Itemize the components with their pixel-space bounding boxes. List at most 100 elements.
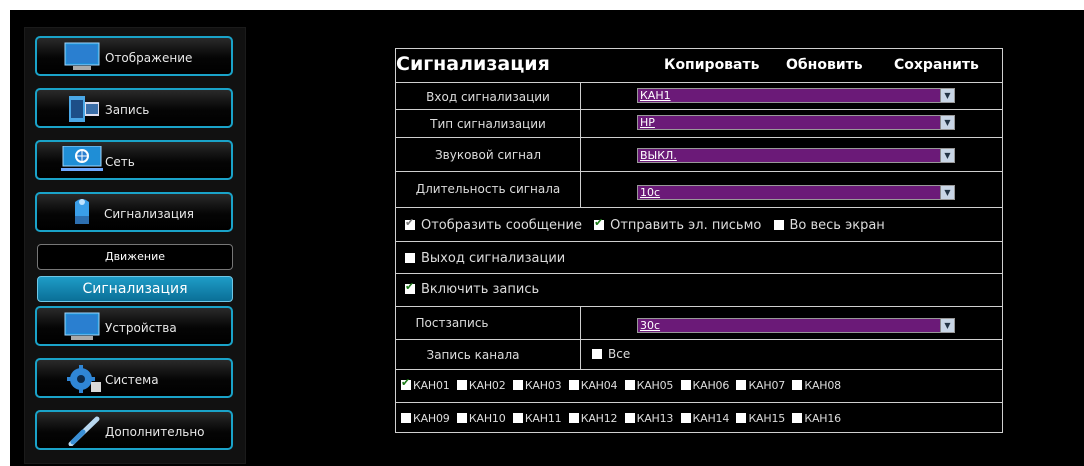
channel-04-checkbox[interactable]: КАН04: [568, 379, 618, 392]
channel-08-checkbox[interactable]: КАН08: [792, 379, 841, 392]
fullscreen-label: Во весь экран: [789, 218, 885, 233]
channel-label: КАН12: [580, 412, 618, 425]
channel-label: КАН15: [748, 412, 786, 425]
alarm-output-checkbox[interactable]: Выход сигнализации: [405, 251, 565, 266]
menu-display-button[interactable]: Отображение: [35, 36, 233, 76]
show-message-checkbox[interactable]: Отобразить сообщение: [405, 216, 582, 233]
duration-row: Длительность сигнала 10с ▼: [396, 172, 1002, 208]
menu-network-button[interactable]: Сеть: [35, 140, 233, 180]
alarm-input-select[interactable]: КАН1 ▼: [637, 88, 955, 103]
enable-record-row: Включить запись: [396, 274, 1002, 307]
duration-select[interactable]: 10с ▼: [637, 185, 955, 200]
device-monitor-icon: [64, 312, 100, 340]
menu-record-button[interactable]: Запись: [35, 88, 233, 128]
channel-06-checkbox[interactable]: КАН06: [680, 379, 729, 392]
alarm-type-value: НР: [640, 116, 655, 129]
alarm-output-label: Выход сигнализации: [421, 251, 566, 266]
channel-label: КАН09: [413, 412, 450, 425]
alarm-settings-panel: Сигнализация Копировать Обновить Сохрани…: [395, 48, 1003, 433]
alarm-input-value: КАН1: [640, 89, 671, 102]
gear-icon: [67, 365, 101, 393]
sound-label: Звуковой сигнал: [434, 148, 542, 162]
monitor-icon: [64, 42, 100, 70]
alarm-type-select[interactable]: НР ▼: [637, 115, 955, 130]
post-record-row: Постзапись 30с ▼: [396, 307, 1002, 340]
post-record-select[interactable]: 30с ▼: [637, 318, 955, 333]
channel-14-checkbox[interactable]: КАН14: [680, 412, 730, 425]
channel-label: КАН07: [748, 379, 786, 392]
menu-advanced-button[interactable]: Дополнительно: [35, 410, 233, 450]
submenu-alarm[interactable]: Сигнализация: [37, 276, 233, 302]
submenu-alarm-label: Сигнализация: [82, 281, 188, 297]
menu-alarm-label: Сигнализация: [103, 207, 195, 221]
channel-13-checkbox[interactable]: КАН13: [624, 412, 674, 425]
channel-label: КАН08: [804, 379, 841, 392]
channel-02-checkbox[interactable]: КАН02: [456, 379, 506, 392]
tools-icon: [68, 416, 100, 446]
channel-label: КАН04: [580, 379, 618, 392]
sound-value: ВЫКЛ.: [640, 149, 677, 162]
menu-system-label: Система: [105, 373, 159, 387]
notify-options-row: Отобразить сообщение Отправить эл. письм…: [396, 208, 1002, 242]
submenu-motion-label: Движение: [104, 250, 165, 263]
channel-15-checkbox[interactable]: КАН15: [736, 412, 785, 425]
dvr-screen: Отображение Запись Сеть Сигнализация Дви…: [10, 10, 1084, 466]
chevron-down-icon: ▼: [940, 319, 954, 332]
alarm-input-row: Вход сигнализации КАН1 ▼: [396, 83, 1002, 110]
panel-title: Сигнализация: [396, 53, 550, 75]
channel-label: КАН14: [692, 412, 730, 425]
send-email-label: Отправить эл. письмо: [610, 218, 762, 233]
channel-record-label: Запись канала: [426, 348, 520, 362]
enable-record-label: Включить запись: [421, 282, 540, 297]
channel-07-checkbox[interactable]: КАН07: [736, 379, 785, 392]
channel-10-checkbox[interactable]: КАН10: [456, 412, 506, 425]
channel-label: КАН05: [636, 379, 674, 392]
post-record-value: 30с: [640, 319, 661, 332]
channel-09-checkbox[interactable]: КАН09: [401, 412, 450, 425]
alarm-type-label: Тип сигнализации: [430, 117, 546, 131]
sound-row: Звуковой сигнал ВЫКЛ. ▼: [396, 138, 1002, 172]
sidebar: Отображение Запись Сеть Сигнализация Дви…: [24, 27, 246, 464]
alarm-input-label: Вход сигнализации: [426, 90, 550, 104]
channel-label: КАН16: [804, 412, 841, 425]
all-channels-checkbox[interactable]: Все: [592, 347, 630, 361]
channel-label: КАН13: [636, 412, 674, 425]
show-message-label: Отобразить сообщение: [421, 218, 582, 233]
menu-system-button[interactable]: Система: [35, 358, 233, 398]
all-channels-label: Все: [608, 347, 631, 361]
channel-03-checkbox[interactable]: КАН03: [512, 379, 562, 392]
channel-label: КАН11: [524, 412, 562, 425]
channel-05-checkbox[interactable]: КАН05: [624, 379, 674, 392]
channel-16-checkbox[interactable]: КАН16: [792, 412, 841, 425]
menu-devices-button[interactable]: Устройства: [35, 306, 233, 346]
submenu-motion[interactable]: Движение: [37, 244, 233, 270]
panel-header: Сигнализация Копировать Обновить Сохрани…: [396, 49, 1002, 83]
chevron-down-icon: ▼: [940, 149, 954, 162]
channel-record-row: Запись канала Все: [396, 340, 1002, 370]
menu-network-label: Сеть: [105, 155, 135, 169]
send-email-checkbox[interactable]: Отправить эл. письмо: [594, 216, 762, 233]
chevron-down-icon: ▼: [940, 116, 954, 129]
duration-label: Длительность сигнала: [415, 182, 561, 196]
channel-11-checkbox[interactable]: КАН11: [512, 412, 562, 425]
menu-devices-label: Устройства: [105, 321, 177, 335]
menu-display-label: Отображение: [105, 51, 193, 65]
channels-row-2: КАН09 КАН10 КАН11 КАН12 КАН13 КАН14 КАН1…: [396, 403, 1002, 432]
fullscreen-checkbox[interactable]: Во весь экран: [773, 218, 885, 233]
channels-row-1: КАН01 КАН02 КАН03 КАН04 КАН05 КАН06 КАН0…: [396, 370, 1002, 403]
save-button[interactable]: Сохранить: [894, 57, 979, 73]
alarm-output-row: Выход сигнализации: [396, 242, 1002, 274]
refresh-button[interactable]: Обновить: [786, 57, 863, 73]
network-globe-icon: [61, 146, 103, 171]
channel-01-checkbox[interactable]: КАН01: [401, 376, 450, 392]
menu-record-label: Запись: [105, 103, 150, 117]
channel-12-checkbox[interactable]: КАН12: [568, 412, 618, 425]
alarm-type-row: Тип сигнализации НР ▼: [396, 110, 1002, 138]
menu-advanced-label: Дополнительно: [105, 425, 205, 439]
channel-label: КАН01: [413, 379, 450, 392]
duration-value: 10с: [640, 186, 661, 199]
sound-select[interactable]: ВЫКЛ. ▼: [637, 148, 955, 163]
menu-alarm-button[interactable]: Сигнализация: [35, 192, 233, 232]
enable-record-checkbox[interactable]: Включить запись: [405, 280, 540, 297]
copy-button[interactable]: Копировать: [664, 57, 759, 73]
